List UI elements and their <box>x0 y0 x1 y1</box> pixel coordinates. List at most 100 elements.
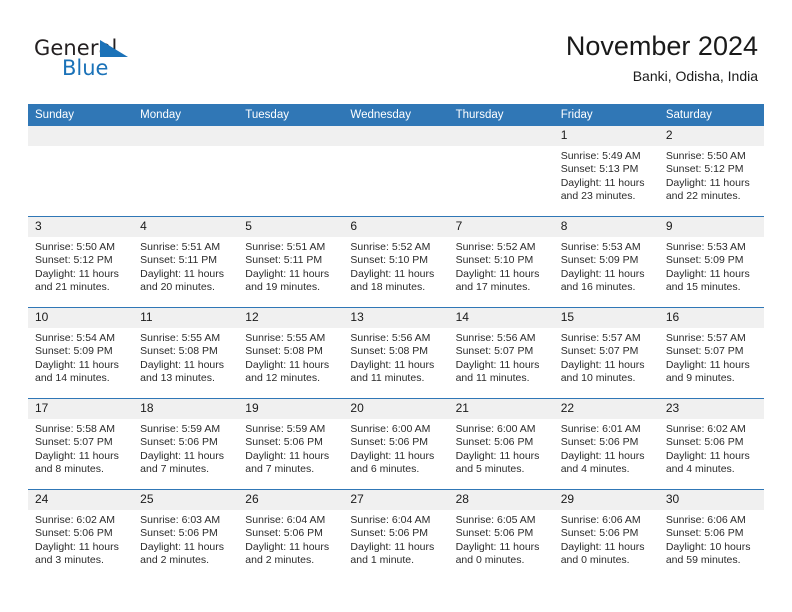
daylight-text-line2: and 20 minutes. <box>140 281 215 294</box>
calendar-week-row: 3 Sunrise: 5:50 AM Sunset: 5:12 PM Daylight… <box>28 216 764 308</box>
general-blue-logo[interactable]: General Blue <box>34 36 164 84</box>
sunrise-text: Sunrise: 5:56 AM <box>350 332 431 344</box>
weekday-header-friday: Friday <box>553 104 659 126</box>
day-sun-info: Sunrise: 6:03 AM Sunset: 5:06 PM Daylight:… <box>133 510 238 568</box>
calendar-day-cell[interactable]: 20 Sunrise: 6:00 AM Sunset: 5:06 PM Dayligh… <box>343 398 449 490</box>
calendar-day-cell[interactable]: 8 Sunrise: 5:53 AM Sunset: 5:09 PM Daylight… <box>553 216 659 308</box>
sunset-text: Sunset: 5:09 PM <box>560 254 639 267</box>
sunrise-text: Sunrise: 5:51 AM <box>245 241 326 253</box>
sunrise-text: Sunrise: 5:57 AM <box>560 332 641 344</box>
calendar-day-cell[interactable]: 12 Sunrise: 5:55 AM Sunset: 5:08 PM Dayligh… <box>238 307 344 399</box>
daylight-text-line2: and 18 minutes. <box>350 281 426 294</box>
day-number: 16 <box>658 308 764 328</box>
daylight-text-line1: Daylight: 11 hours <box>245 540 330 553</box>
sunset-text: Sunset: 5:06 PM <box>140 527 218 540</box>
calendar-day-cell[interactable]: 24 Sunrise: 6:02 AM Sunset: 5:06 PM Dayligh… <box>28 489 134 580</box>
calendar-day-cell[interactable]: 16 Sunrise: 5:57 AM Sunset: 5:07 PM Dayligh… <box>658 307 764 399</box>
daylight-text-line1: Daylight: 11 hours <box>140 540 224 553</box>
calendar-week-row: 1 Sunrise: 5:49 AM Sunset: 5:13 PM Daylight… <box>28 126 764 217</box>
calendar-day-cell[interactable]: 15 Sunrise: 5:57 AM Sunset: 5:07 PM Dayligh… <box>553 307 659 399</box>
sunrise-text: Sunrise: 5:59 AM <box>140 423 221 435</box>
sunset-text: Sunset: 5:09 PM <box>35 345 113 358</box>
calendar-day-cell[interactable]: 2 Sunrise: 5:50 AM Sunset: 5:12 PM Daylight… <box>658 126 764 217</box>
day-number: 21 <box>448 399 554 419</box>
day-sun-info: Sunrise: 5:55 AM Sunset: 5:08 PM Daylight:… <box>238 328 343 386</box>
daylight-text-line2: and 23 minutes. <box>560 190 636 203</box>
day-number: 12 <box>238 308 344 328</box>
day-number: 29 <box>553 490 659 510</box>
day-number: 11 <box>133 308 239 328</box>
calendar-day-cell[interactable]: 26 Sunrise: 6:04 AM Sunset: 5:06 PM Dayligh… <box>238 489 344 580</box>
daylight-text-line2: and 7 minutes. <box>140 463 210 476</box>
calendar-day-cell[interactable]: 27 Sunrise: 6:04 AM Sunset: 5:06 PM Dayligh… <box>343 489 449 580</box>
sunset-text: Sunset: 5:10 PM <box>350 254 429 267</box>
calendar-week-row: 10 Sunrise: 5:54 AM Sunset: 5:09 PM Dayligh… <box>28 307 764 399</box>
daylight-text-line1: Daylight: 11 hours <box>245 358 330 371</box>
weekday-header-tuesday: Tuesday <box>238 104 344 126</box>
calendar-day-cell[interactable]: 13 Sunrise: 5:56 AM Sunset: 5:08 PM Dayligh… <box>343 307 449 399</box>
day-sun-info: Sunrise: 5:56 AM Sunset: 5:08 PM Daylight:… <box>343 328 448 386</box>
sunrise-text: Sunrise: 5:55 AM <box>245 332 326 344</box>
day-number: 1 <box>553 126 659 146</box>
day-number: 30 <box>658 490 764 510</box>
calendar-day-cell[interactable]: 21 Sunrise: 6:00 AM Sunset: 5:06 PM Dayligh… <box>448 398 554 490</box>
daylight-text-line2: and 22 minutes. <box>665 190 741 203</box>
calendar-day-cell[interactable]: 7 Sunrise: 5:52 AM Sunset: 5:10 PM Daylight… <box>448 216 554 308</box>
sunrise-text: Sunrise: 5:53 AM <box>665 241 746 253</box>
calendar-cell-empty <box>238 126 344 217</box>
calendar-day-cell[interactable]: 29 Sunrise: 6:06 AM Sunset: 5:06 PM Dayligh… <box>553 489 659 580</box>
calendar-day-cell[interactable]: 9 Sunrise: 5:53 AM Sunset: 5:09 PM Daylight… <box>658 216 764 308</box>
day-number: 19 <box>238 399 344 419</box>
calendar-day-cell[interactable]: 6 Sunrise: 5:52 AM Sunset: 5:10 PM Daylight… <box>343 216 449 308</box>
daylight-text-line1: Daylight: 11 hours <box>35 358 119 371</box>
daylight-text-line2: and 11 minutes. <box>455 372 530 385</box>
sunrise-text: Sunrise: 5:56 AM <box>455 332 536 344</box>
calendar-day-cell[interactable]: 23 Sunrise: 6:02 AM Sunset: 5:06 PM Dayligh… <box>658 398 764 490</box>
sunset-text: Sunset: 5:06 PM <box>350 436 429 449</box>
sunset-text: Sunset: 5:06 PM <box>140 436 218 449</box>
daylight-text-line1: Daylight: 11 hours <box>140 358 224 371</box>
daylight-text-line2: and 4 minutes. <box>665 463 735 476</box>
day-sun-info: Sunrise: 5:51 AM Sunset: 5:11 PM Daylight:… <box>133 237 238 295</box>
calendar-day-cell[interactable]: 18 Sunrise: 5:59 AM Sunset: 5:06 PM Dayligh… <box>133 398 239 490</box>
daylight-text-line1: Daylight: 11 hours <box>455 540 540 553</box>
sunrise-text: Sunrise: 5:51 AM <box>140 241 221 253</box>
day-number: 25 <box>133 490 239 510</box>
calendar-day-cell[interactable]: 28 Sunrise: 6:05 AM Sunset: 5:06 PM Dayligh… <box>448 489 554 580</box>
calendar-day-cell[interactable]: 11 Sunrise: 5:55 AM Sunset: 5:08 PM Dayligh… <box>133 307 239 399</box>
day-sun-info: Sunrise: 5:50 AM Sunset: 5:12 PM Daylight:… <box>28 237 133 295</box>
daylight-text-line2: and 6 minutes. <box>350 463 420 476</box>
daylight-text-line1: Daylight: 11 hours <box>665 449 750 462</box>
calendar-day-cell[interactable]: 5 Sunrise: 5:51 AM Sunset: 5:11 PM Daylight… <box>238 216 344 308</box>
day-sun-info: Sunrise: 6:00 AM Sunset: 5:06 PM Daylight:… <box>343 419 448 477</box>
sunrise-text: Sunrise: 6:06 AM <box>665 514 746 526</box>
day-number: 13 <box>343 308 449 328</box>
day-number <box>343 126 449 146</box>
sunset-text: Sunset: 5:11 PM <box>140 254 217 267</box>
calendar-day-cell[interactable]: 4 Sunrise: 5:51 AM Sunset: 5:11 PM Daylight… <box>133 216 239 308</box>
day-number: 17 <box>28 399 134 419</box>
calendar-day-cell[interactable]: 30 Sunrise: 6:06 AM Sunset: 5:06 PM Dayligh… <box>658 489 764 580</box>
day-sun-info: Sunrise: 5:59 AM Sunset: 5:06 PM Daylight:… <box>238 419 343 477</box>
sunrise-text: Sunrise: 6:04 AM <box>245 514 326 526</box>
day-number <box>133 126 239 146</box>
calendar-body: 1 Sunrise: 5:49 AM Sunset: 5:13 PM Daylight… <box>28 126 764 580</box>
day-sun-info: Sunrise: 6:00 AM Sunset: 5:06 PM Daylight:… <box>449 419 554 477</box>
day-sun-info: Sunrise: 5:58 AM Sunset: 5:07 PM Daylight:… <box>28 419 133 477</box>
calendar-day-cell[interactable]: 14 Sunrise: 5:56 AM Sunset: 5:07 PM Dayligh… <box>448 307 554 399</box>
calendar-day-cell[interactable]: 17 Sunrise: 5:58 AM Sunset: 5:07 PM Dayligh… <box>28 398 134 490</box>
day-number: 24 <box>28 490 134 510</box>
calendar-day-cell[interactable]: 1 Sunrise: 5:49 AM Sunset: 5:13 PM Daylight… <box>553 126 659 217</box>
calendar-day-cell[interactable]: 25 Sunrise: 6:03 AM Sunset: 5:06 PM Dayligh… <box>133 489 239 580</box>
calendar-day-cell[interactable]: 22 Sunrise: 6:01 AM Sunset: 5:06 PM Dayligh… <box>553 398 659 490</box>
day-number: 22 <box>553 399 659 419</box>
day-number: 23 <box>658 399 764 419</box>
day-number: 3 <box>28 217 134 237</box>
calendar-day-cell[interactable]: 19 Sunrise: 5:59 AM Sunset: 5:06 PM Dayligh… <box>238 398 344 490</box>
daylight-text-line2: and 9 minutes. <box>665 372 735 385</box>
daylight-text-line2: and 8 minutes. <box>35 463 104 476</box>
calendar-day-cell[interactable]: 3 Sunrise: 5:50 AM Sunset: 5:12 PM Daylight… <box>28 216 134 308</box>
calendar-day-cell[interactable]: 10 Sunrise: 5:54 AM Sunset: 5:09 PM Dayligh… <box>28 307 134 399</box>
day-sun-info: Sunrise: 5:51 AM Sunset: 5:11 PM Daylight:… <box>238 237 343 295</box>
day-sun-info: Sunrise: 6:01 AM Sunset: 5:06 PM Daylight:… <box>554 419 659 477</box>
